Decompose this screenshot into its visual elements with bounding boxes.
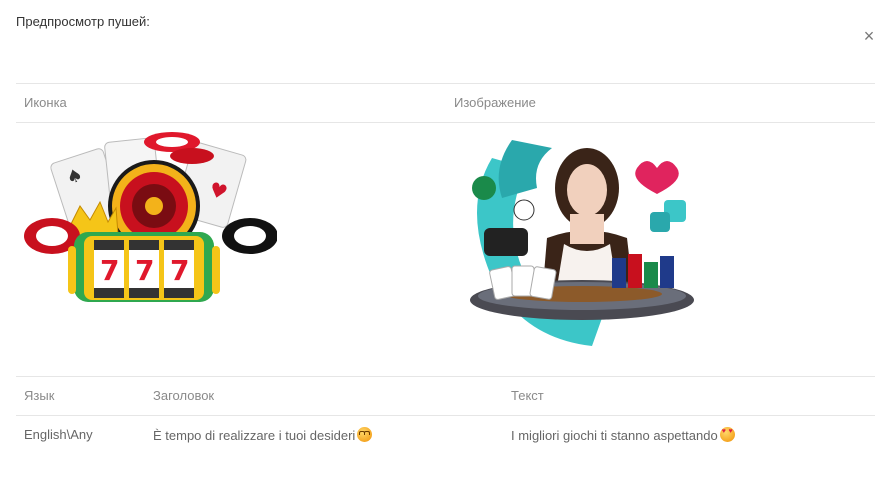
heart-eyes-emoji-icon xyxy=(719,427,735,442)
push-icon-image: ♠ ♥ 7 7 7 xyxy=(24,132,277,302)
divider xyxy=(16,122,875,123)
svg-text:7: 7 xyxy=(170,254,189,287)
smiling-face-with-hearts-emoji-icon xyxy=(357,427,373,442)
title-text: È tempo di realizzare i tuoi desideri xyxy=(153,428,356,443)
language-cell: English\Any xyxy=(24,427,93,442)
divider xyxy=(16,376,875,377)
text-text: I migliori giochi ti stanno aspettando xyxy=(511,428,718,443)
text-cell: I migliori giochi ti stanno aspettando xyxy=(511,427,735,443)
svg-text:7: 7 xyxy=(100,254,119,287)
image-column-header: Изображение xyxy=(454,95,536,110)
divider xyxy=(16,415,875,416)
title-cell: È tempo di realizzare i tuoi desideri xyxy=(153,427,373,443)
modal-title: Предпросмотр пушей: xyxy=(16,14,150,29)
svg-text:7: 7 xyxy=(135,254,154,287)
close-button[interactable]: × xyxy=(861,27,877,45)
title-column-header: Заголовок xyxy=(153,388,215,403)
divider xyxy=(16,83,875,84)
text-column-header: Текст xyxy=(511,388,544,403)
language-column-header: Язык xyxy=(24,388,55,403)
push-main-image xyxy=(470,140,694,346)
icon-column-header: Иконка xyxy=(24,95,67,110)
